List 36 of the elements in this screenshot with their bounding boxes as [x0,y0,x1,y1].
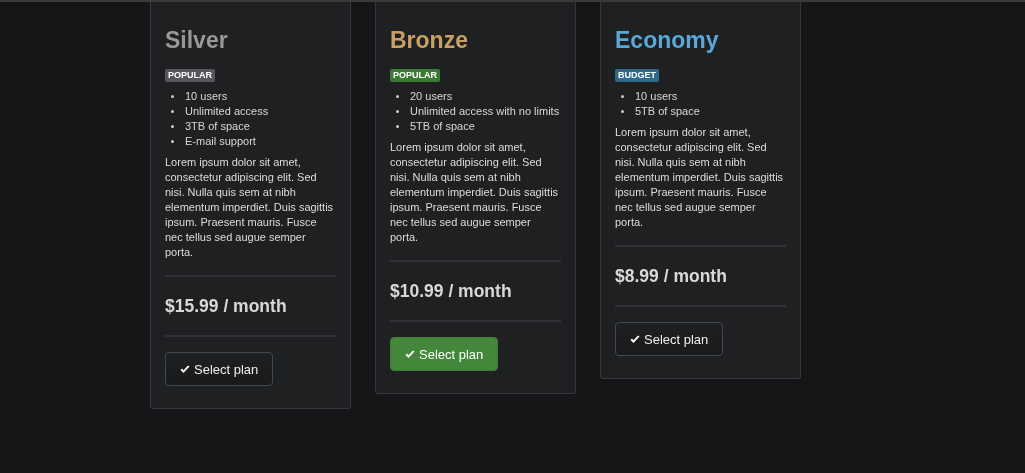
feature-text: 5TB of space [635,104,700,119]
bullet-icon [621,95,624,98]
plan-tag: BUDGET [615,69,659,82]
feature-text: 5TB of space [410,119,475,134]
bullet-icon [396,125,399,128]
feature-text: E-mail support [185,134,256,149]
plan-tag: POPULAR [390,69,440,82]
select-plan-button[interactable]: Select plan [615,322,724,356]
checkmark-icon [630,334,640,344]
plan-price: $8.99 / month [615,265,728,288]
plan-title: Economy [615,26,720,55]
plan-description: Lorem ipsum dolor sit amet, consectetur adipiscing elit. Sed nisi. Nulla quis sem at nibh elementum imperdiet. Duis sagittis ipsum. Praesent mauris. Fusce nec tellus sed augue semper porta. [615,125,785,230]
plan-tag: POPULAR [165,69,215,82]
plan-price: $10.99 / month [390,280,513,303]
feature-text: Unlimited access [185,104,269,119]
bullet-icon [396,95,399,98]
plan-description: Lorem ipsum dolor sit amet, consectetur adipiscing elit. Sed nisi. Nulla quis sem at nibh elementum imperdiet. Duis sagittis ipsum. Praesent mauris. Fusce nec tellus sed augue semper porta. [165,155,335,260]
select-plan-button[interactable]: Select plan [390,337,499,371]
feature-text: 3TB of space [185,119,250,134]
bullet-icon [171,125,174,128]
plan-title: Silver [165,26,229,55]
bullet-icon [171,140,174,143]
bullet-icon [396,110,399,113]
select-plan-button[interactable]: Select plan [165,352,274,386]
plan-title: Bronze [390,26,469,55]
bullet-icon [171,95,174,98]
plan-price: $15.99 / month [165,295,288,318]
bullet-icon [171,110,174,113]
plan-description: Lorem ipsum dolor sit amet, consectetur adipiscing elit. Sed nisi. Nulla quis sem at nibh elementum imperdiet. Duis sagittis ipsum. Praesent mauris. Fusce nec tellus sed augue semper porta. [390,140,560,245]
feature-text: Unlimited access with no limits [410,104,560,119]
feature-text: 10 users [635,89,678,104]
checkmark-icon [405,349,415,359]
feature-text: 20 users [410,89,453,104]
checkmark-icon [180,364,190,374]
feature-text: 10 users [185,89,228,104]
bullet-icon [621,110,624,113]
